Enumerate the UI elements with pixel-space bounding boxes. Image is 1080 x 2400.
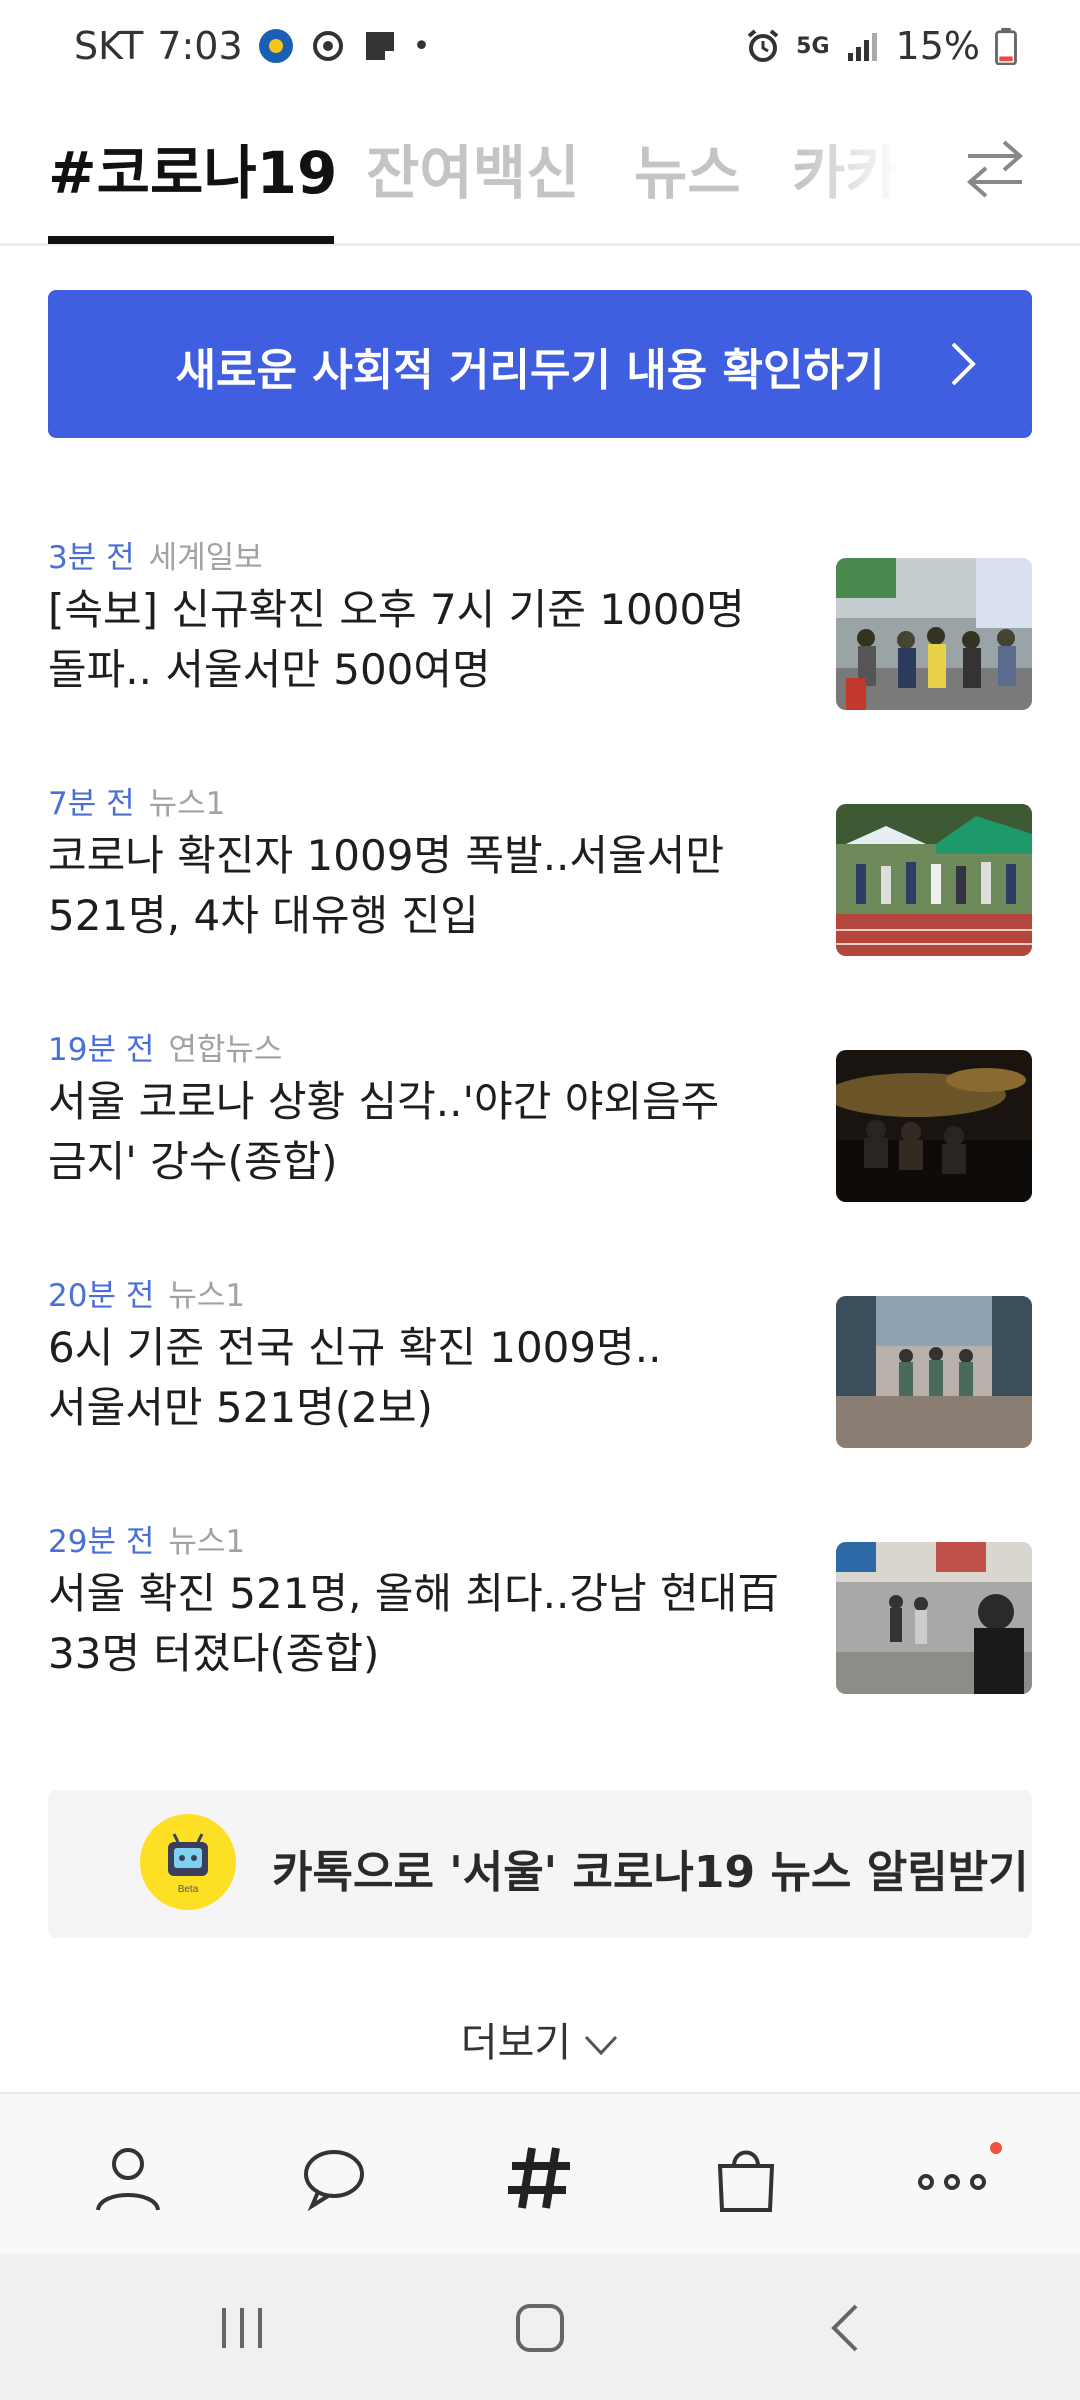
kakao-bot-icon: Beta (140, 1814, 236, 1910)
news-thumbnail[interactable] (836, 558, 1032, 710)
signal-icon (847, 33, 877, 61)
news-title[interactable]: [속보] 신규확진 오후 7시 기준 1000명 돌파.. 서울서만 500여명 (48, 580, 798, 700)
news-title[interactable]: 서울 확진 521명, 올해 최다..강남 현대百 33명 터졌다(종합) (48, 1564, 798, 1684)
chevron-down-icon (585, 2035, 618, 2056)
news-time: 7분 전 (48, 786, 135, 822)
news-item[interactable]: 19분 전 연합뉴스 서울 코로나 상황 심각..'야간 야외음주 금지' 강수(… (48, 1024, 1032, 1224)
friends-icon[interactable] (88, 2138, 168, 2218)
home-icon[interactable] (510, 2298, 570, 2358)
news-item[interactable]: 20분 전 뉴스1 6시 기준 전국 신규 확진 1009명..서울서만 521명… (48, 1270, 1032, 1470)
banner-label: 새로운 사회적 거리두기 내용 확인하기 (175, 345, 885, 396)
news-time: 3분 전 (48, 540, 135, 576)
news-time: 29분 전 (48, 1524, 155, 1560)
kakao-notify-button[interactable]: Beta 카톡으로 '서울' 코로나19 뉴스 알림받기 (48, 1790, 1032, 1938)
battery-percent: 15% (895, 24, 980, 68)
news-source: 연합뉴스 (168, 1032, 283, 1068)
news-title[interactable]: 서울 코로나 상황 심각..'야간 야외음주 금지' 강수(종합) (48, 1072, 798, 1192)
hashtag-icon[interactable] (500, 2138, 580, 2218)
news-time: 20분 전 (48, 1278, 155, 1314)
more-label: 더보기 (460, 2020, 572, 2066)
note-icon (365, 32, 394, 60)
chat-icon[interactable] (294, 2138, 374, 2218)
active-tab-indicator (48, 236, 334, 244)
news-thumbnail[interactable] (836, 1050, 1032, 1202)
news-item[interactable]: 29분 전 뉴스1 서울 확진 521명, 올해 최다..강남 현대百 33명 터… (48, 1516, 1032, 1716)
app-notification-icon (258, 29, 293, 63)
alarm-icon (747, 29, 779, 62)
carrier-label: SKT (74, 24, 144, 68)
news-source: 뉴스1 (148, 786, 226, 822)
tab-remaining-vaccine[interactable]: 잔여백신 (366, 126, 579, 210)
more-button[interactable]: 더보기 (0, 2010, 1080, 2068)
news-title[interactable]: 코로나 확진자 1009명 폭발..서울서만 521명, 4차 대유행 진입 (48, 826, 798, 946)
tab-news[interactable]: 뉴스 (634, 126, 741, 210)
back-icon[interactable] (816, 2298, 876, 2358)
news-source: 세계일보 (148, 540, 263, 576)
switch-arrows-icon[interactable] (960, 128, 1030, 208)
news-time: 19분 전 (48, 1032, 155, 1068)
bottom-navigation (0, 2092, 1080, 2254)
battery-icon (995, 27, 1017, 65)
news-source: 뉴스1 (168, 1278, 246, 1314)
news-thumbnail[interactable] (836, 1296, 1032, 1448)
topic-tabs: #코로나19 잔여백신 뉴스 카카 (0, 118, 1080, 246)
new-notification-dot (990, 2142, 1002, 2154)
more-icon[interactable] (912, 2138, 992, 2218)
chevron-right-icon (951, 342, 976, 386)
news-thumbnail[interactable] (836, 1542, 1032, 1694)
shopping-bag-icon[interactable] (706, 2138, 786, 2218)
sync-icon (312, 31, 343, 61)
tab-covid19[interactable]: #코로나19 (48, 126, 337, 210)
beta-badge: Beta (178, 1884, 199, 1895)
clock: 7:03 (157, 24, 243, 68)
recent-apps-icon[interactable] (212, 2298, 272, 2358)
status-bar: SKT 7:03 • 5G 15% (0, 0, 1080, 100)
news-source: 뉴스1 (168, 1524, 246, 1560)
more-notifications-dot: • (412, 28, 431, 64)
notify-label: 카톡으로 '서울' 코로나19 뉴스 알림받기 (272, 1847, 1029, 1898)
system-navigation-bar (0, 2254, 1080, 2400)
news-item[interactable]: 3분 전 세계일보 [속보] 신규확진 오후 7시 기준 1000명 돌파.. 서… (48, 532, 1032, 732)
news-item[interactable]: 7분 전 뉴스1 코로나 확진자 1009명 폭발..서울서만 521명, 4차 … (48, 778, 1032, 978)
social-distancing-banner[interactable]: 새로운 사회적 거리두기 내용 확인하기 (48, 290, 1032, 438)
network-label: 5G (796, 33, 830, 59)
tab-fade (800, 118, 920, 238)
news-thumbnail[interactable] (836, 804, 1032, 956)
news-title[interactable]: 6시 기준 전국 신규 확진 1009명..서울서만 521명(2보) (48, 1318, 798, 1438)
